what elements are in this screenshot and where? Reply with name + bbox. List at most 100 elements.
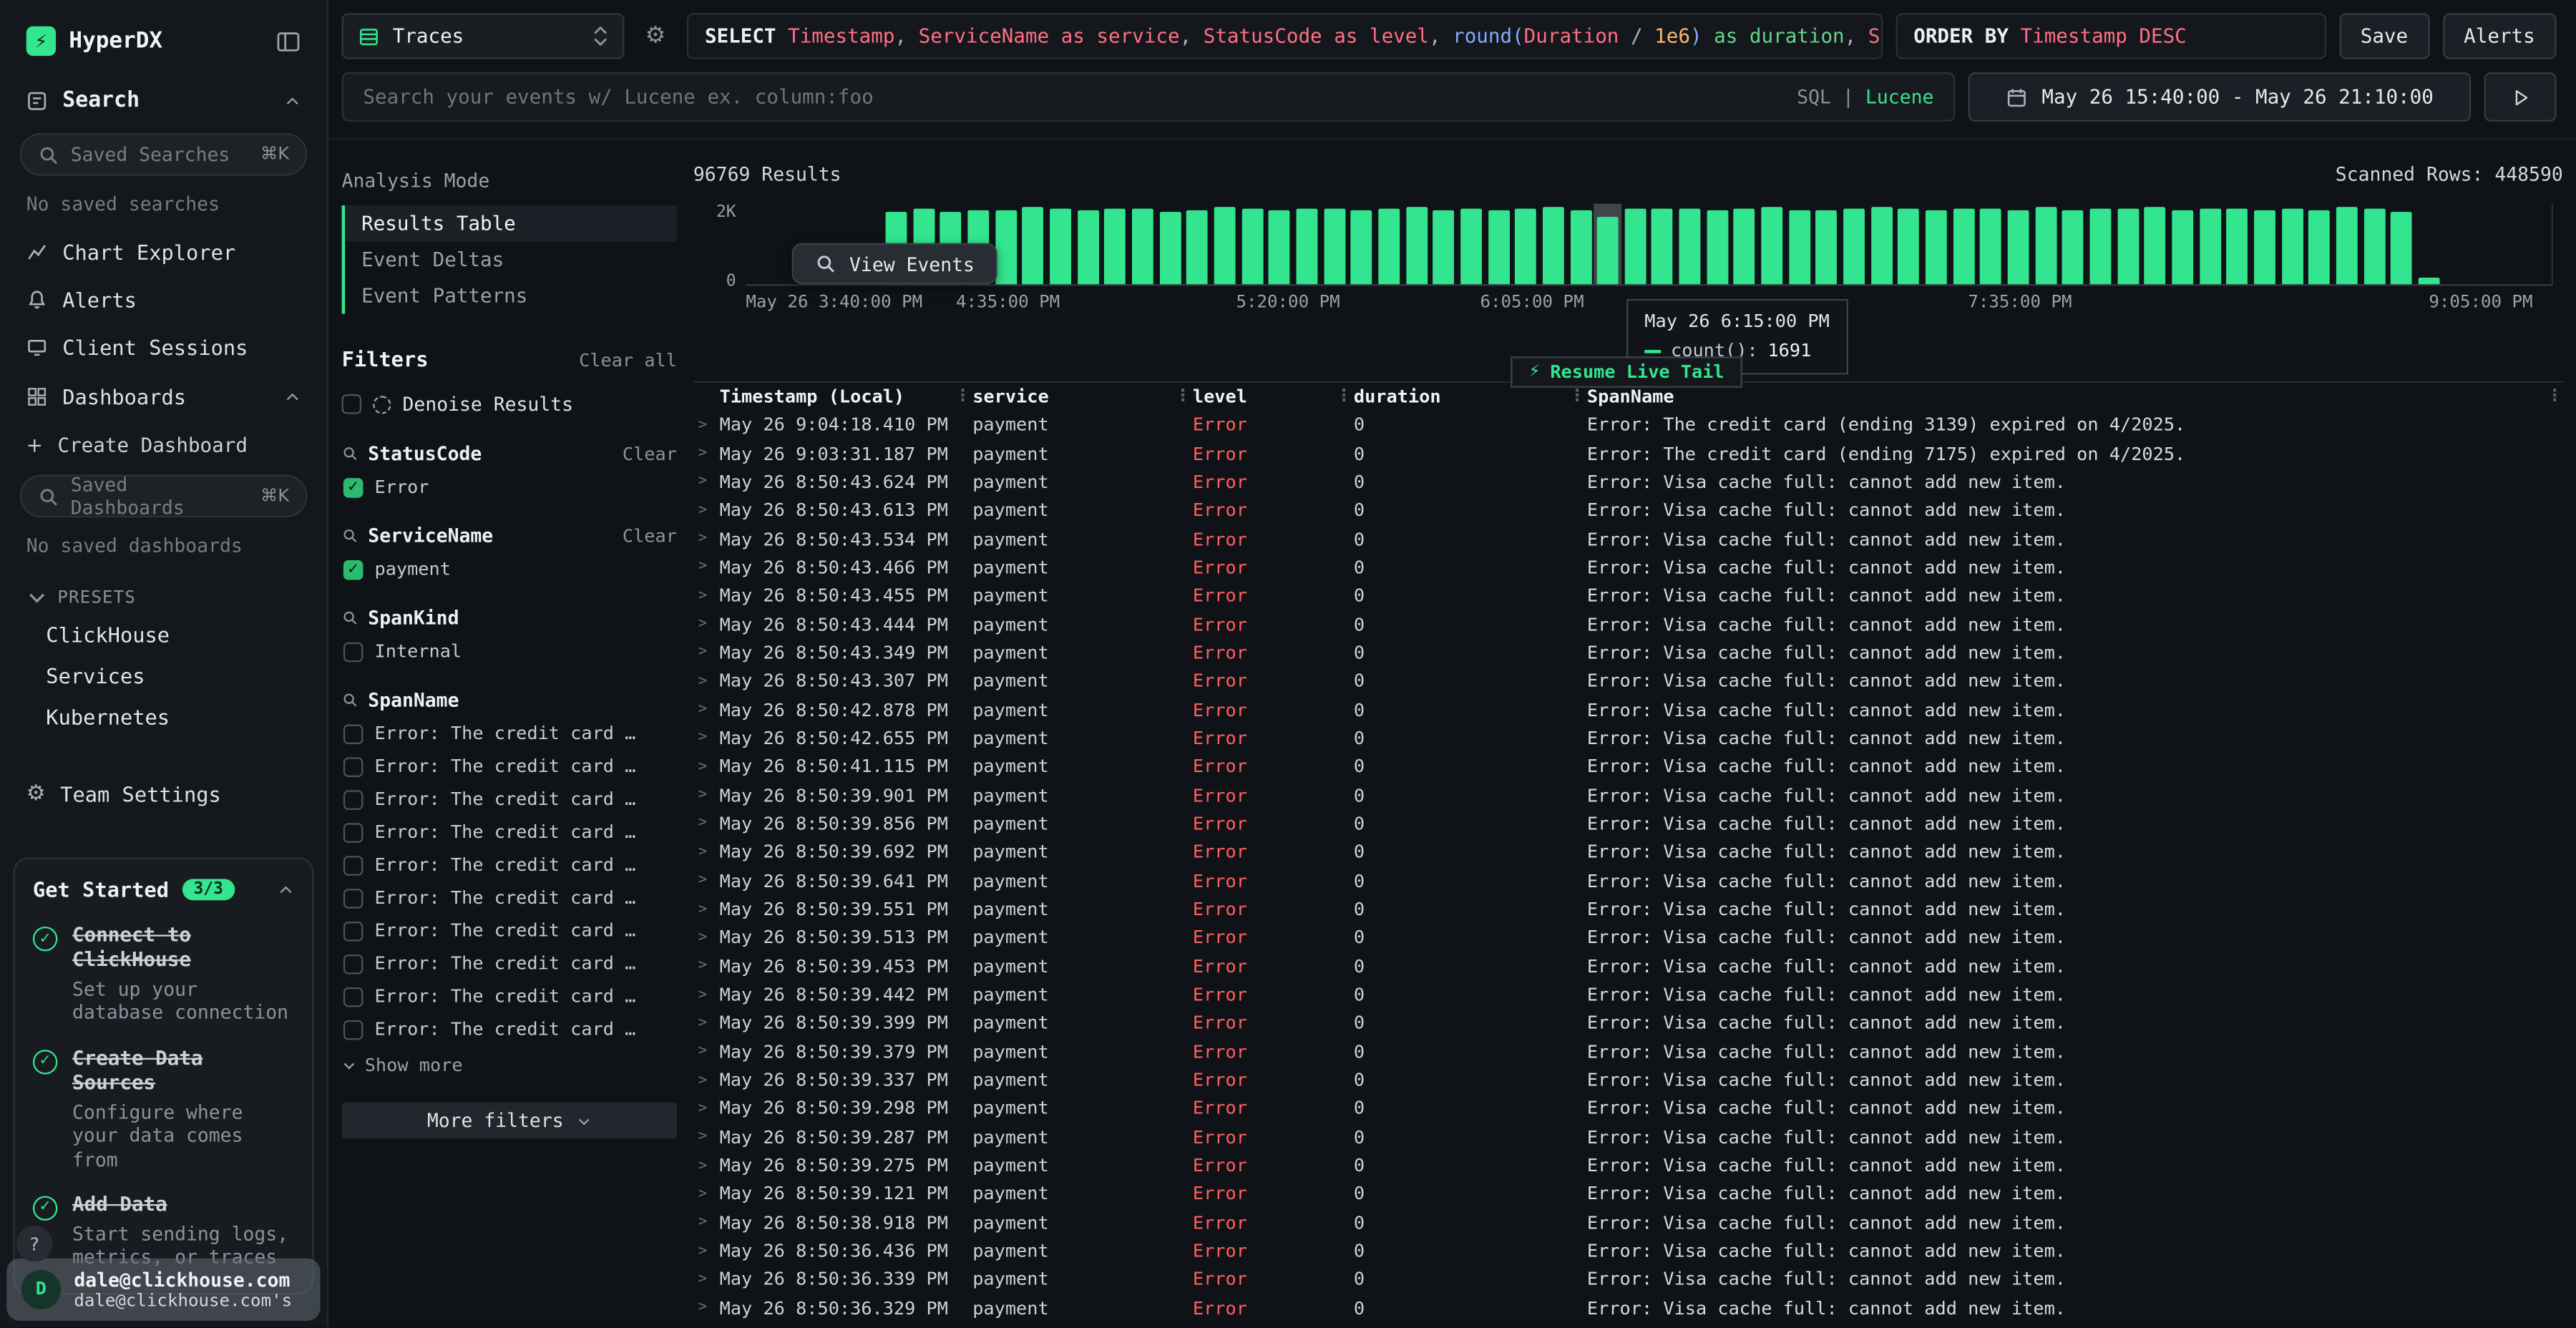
chart-bar[interactable]: [1433, 210, 1455, 284]
chart-bar-slot[interactable]: [1813, 204, 1840, 285]
row-expand-icon[interactable]: >: [693, 616, 720, 633]
checkbox[interactable]: [343, 1020, 364, 1040]
filter-option[interactable]: Error: The credit card …: [342, 986, 677, 1007]
chart-bar[interactable]: [1789, 210, 1810, 284]
filter-option[interactable]: ✓payment: [342, 559, 677, 580]
chart-bar[interactable]: [1324, 208, 1345, 284]
chart-bar[interactable]: [1186, 210, 1208, 284]
chart-bar-slot[interactable]: [2306, 204, 2333, 285]
chart-bar-slot[interactable]: [1047, 204, 1074, 285]
chart-bar-slot[interactable]: [1950, 204, 1977, 285]
row-expand-icon[interactable]: >: [693, 587, 720, 604]
chart-bar[interactable]: [2227, 208, 2248, 284]
chart-bar[interactable]: [995, 211, 1017, 284]
chart-bar-slot[interactable]: [1512, 204, 1539, 285]
chart-bar-slot[interactable]: [2196, 204, 2223, 285]
filter-option[interactable]: Error: The credit card …: [342, 821, 677, 843]
row-expand-icon[interactable]: >: [693, 1186, 720, 1203]
chart-bar[interactable]: [2145, 208, 2166, 284]
chart-bar-slot[interactable]: [1430, 204, 1457, 285]
get-started-step[interactable]: ✓ Connect to ClickHouse Set up your data…: [33, 923, 294, 1025]
chart-bar[interactable]: [1077, 210, 1098, 284]
chart-bar[interactable]: [2391, 213, 2412, 285]
table-row[interactable]: >May 26 8:50:39.121 PMpaymentError0Error…: [693, 1180, 2563, 1209]
table-row[interactable]: >May 26 8:50:43.307 PMpaymentError0Error…: [693, 667, 2563, 695]
sidebar-item-alerts[interactable]: Alerts: [0, 276, 327, 324]
sidebar-item-dashboards[interactable]: Dashboards: [0, 371, 327, 422]
chart-bar[interactable]: [1570, 210, 1591, 284]
chart-bar-slot[interactable]: [1758, 204, 1785, 285]
chevron-up-icon[interactable]: [278, 882, 294, 898]
table-row[interactable]: >May 26 8:50:39.298 PMpaymentError0Error…: [693, 1095, 2563, 1123]
chart-bar-slot[interactable]: [2388, 204, 2415, 285]
sidebar-item-client-sessions[interactable]: Client Sessions: [0, 323, 327, 371]
chart-bar[interactable]: [1843, 208, 1865, 284]
chart-bar-slot[interactable]: [2005, 204, 2032, 285]
row-expand-icon[interactable]: >: [693, 1300, 720, 1317]
chart-bar[interactable]: [1515, 209, 1536, 284]
chart-bar-slot[interactable]: [1923, 204, 1950, 285]
mode-lucene-toggle[interactable]: Lucene: [1865, 85, 1933, 108]
row-expand-icon[interactable]: >: [693, 787, 720, 804]
table-row[interactable]: >May 26 8:50:39.513 PMpaymentError0Error…: [693, 924, 2563, 952]
checkbox[interactable]: [342, 394, 362, 414]
chart-bar-slot[interactable]: [2087, 204, 2114, 285]
row-expand-icon[interactable]: >: [693, 1129, 720, 1146]
chart-bar[interactable]: [2281, 208, 2303, 284]
table-row[interactable]: >May 26 8:50:39.442 PMpaymentError0Error…: [693, 980, 2563, 1009]
checkbox[interactable]: [343, 789, 364, 809]
chart-bar[interactable]: [1543, 208, 1564, 284]
chart-bar-slot[interactable]: [1020, 204, 1047, 285]
search-input[interactable]: [363, 85, 1783, 108]
table-row[interactable]: >May 26 8:50:39.856 PMpaymentError0Error…: [693, 809, 2563, 838]
row-expand-icon[interactable]: >: [693, 1158, 720, 1174]
chart-bar[interactable]: [1214, 208, 1236, 284]
table-row[interactable]: >May 26 8:50:43.455 PMpaymentError0Error…: [693, 582, 2563, 610]
chart-bar[interactable]: [1762, 208, 1783, 284]
chart-bar-slot[interactable]: [2251, 204, 2278, 285]
table-row[interactable]: >May 26 8:50:39.337 PMpaymentError0Error…: [693, 1066, 2563, 1095]
chart-bar[interactable]: [2172, 210, 2193, 284]
checkbox[interactable]: [343, 855, 364, 875]
chart-bar[interactable]: [2117, 210, 2139, 285]
chart-bar-slot[interactable]: [2059, 204, 2087, 285]
analysis-mode-event-deltas[interactable]: Event Deltas: [345, 242, 677, 278]
row-expand-icon[interactable]: >: [693, 816, 720, 832]
chart-bar-slot[interactable]: [2142, 204, 2169, 285]
chart-bar[interactable]: [1460, 208, 1482, 284]
run-query-button[interactable]: [2484, 72, 2557, 122]
row-expand-icon[interactable]: >: [693, 1243, 720, 1259]
table-row[interactable]: >May 26 8:50:42.878 PMpaymentError0Error…: [693, 695, 2563, 724]
chart-bar-slot[interactable]: [1293, 204, 1320, 285]
chart-bar[interactable]: [1898, 210, 1920, 285]
chart-bar-slot[interactable]: [1840, 204, 1868, 285]
chart-bar[interactable]: [1871, 208, 1893, 284]
chart-bar[interactable]: [1241, 208, 1263, 284]
chart-bar-slot[interactable]: [1621, 204, 1649, 285]
chart-bar[interactable]: [1652, 210, 1674, 285]
column-resize-handle[interactable]: ⋮: [1173, 388, 1193, 406]
chart-bar-slot[interactable]: [2497, 204, 2524, 285]
chart-bar-slot[interactable]: [2333, 204, 2360, 285]
event-search-bar[interactable]: SQL | Lucene: [342, 72, 1956, 122]
chart-bar-slot[interactable]: [1348, 204, 1375, 285]
chart-bar-slot[interactable]: [746, 204, 773, 285]
mode-sql-toggle[interactable]: SQL: [1797, 85, 1831, 108]
chart-bar[interactable]: [1707, 210, 1728, 284]
chart-bar-slot[interactable]: [1266, 204, 1293, 285]
column-header-timestamp[interactable]: Timestamp (Local): [720, 386, 953, 408]
chart-bar-slot[interactable]: [1211, 204, 1239, 285]
chart-bar[interactable]: [1296, 209, 1317, 284]
chart-bar[interactable]: [2363, 210, 2385, 285]
chart-bar-slot[interactable]: [1458, 204, 1485, 285]
chart-bar[interactable]: [1405, 208, 1427, 284]
table-row[interactable]: >May 26 9:03:31.187 PMpaymentError0Error…: [693, 439, 2563, 468]
checkbox[interactable]: ✓: [343, 560, 364, 580]
chart-bar[interactable]: [2336, 208, 2358, 284]
chart-bar[interactable]: [1981, 209, 2002, 284]
chart-bar-slot[interactable]: [1074, 204, 1101, 285]
collapse-sidebar-icon[interactable]: [276, 29, 301, 53]
chart-bar[interactable]: [1050, 209, 1071, 284]
chart-bar-slot[interactable]: [2442, 204, 2469, 285]
table-row[interactable]: >May 26 8:50:43.624 PMpaymentError0Error…: [693, 468, 2563, 497]
